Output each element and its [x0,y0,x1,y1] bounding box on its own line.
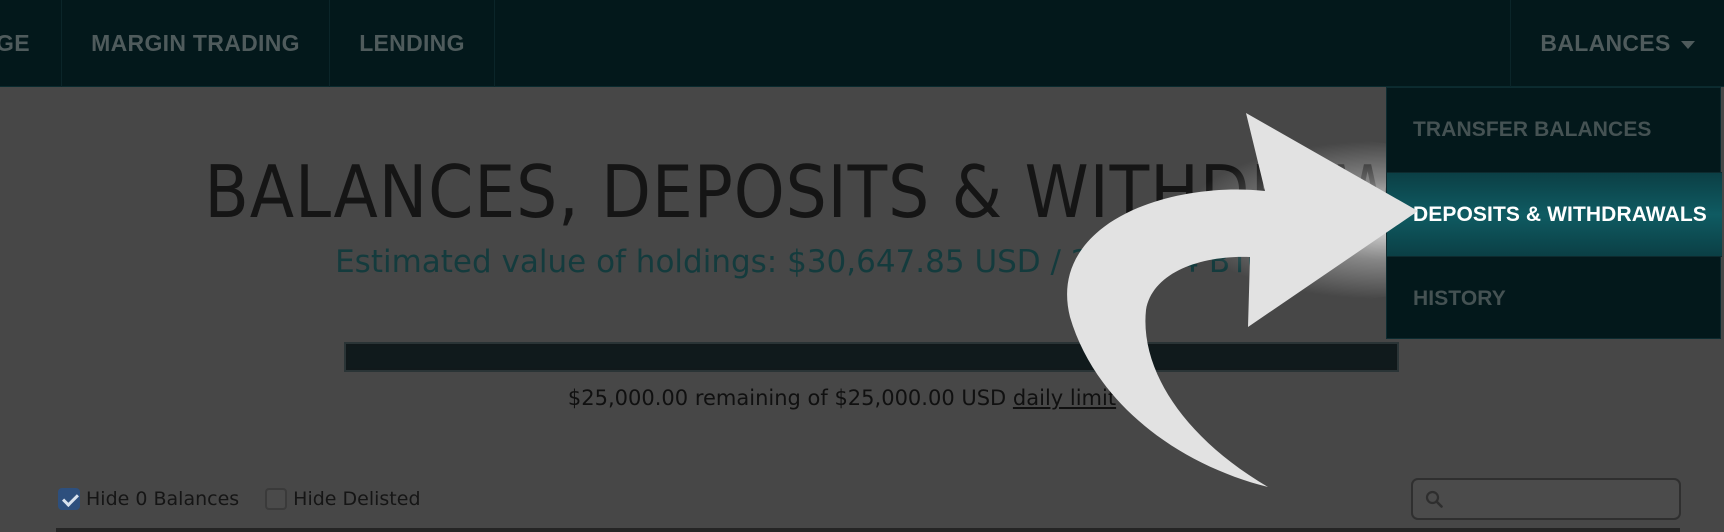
hide-delisted-filter[interactable]: Hide Delisted [265,488,421,510]
balance-filters: Hide 0 Balances Hide Delisted [58,488,447,510]
menu-item-transfer-balances[interactable]: TRANSFER BALANCES [1387,88,1722,172]
nav-balances-label: BALANCES [1540,30,1671,56]
curved-arrow-pointer [1067,113,1418,487]
menu-item-history-label: HISTORY [1413,286,1506,310]
hide-zero-balances-filter[interactable]: Hide 0 Balances [58,488,239,510]
daily-limit-text: $25,000.00 remaining of $25,000.00 USD d… [0,386,1704,410]
nav-margin-trading-label: MARGIN TRADING [91,30,300,56]
balances-dropdown-menu: TRANSFER BALANCES DEPOSITS & WITHDRAWALS… [1386,87,1722,340]
checkbox-checked-icon[interactable] [58,488,80,510]
search-input[interactable] [1411,478,1681,520]
menu-item-transfer-balances-label: TRANSFER BALANCES [1413,118,1652,141]
checkbox-empty-icon[interactable] [265,488,288,510]
hide-delisted-label: Hide Delisted [293,488,421,510]
menu-item-history[interactable]: HISTORY [1387,256,1722,340]
nav-lending-label: LENDING [359,30,465,56]
daily-limit-summary: $25,000.00 remaining of $25,000.00 USD [567,386,1013,410]
nav-margin-trading[interactable]: MARGIN TRADING [62,0,330,87]
menu-item-deposits-withdrawals[interactable]: DEPOSITS & WITHDRAWALS [1387,172,1722,256]
hide-zero-balances-label: Hide 0 Balances [86,488,240,510]
menu-item-deposits-withdrawals-label: DEPOSITS & WITHDRAWALS [1413,202,1707,226]
nav-exchange[interactable]: GE [0,0,62,87]
nav-exchange-label: GE [0,30,30,56]
search-icon [1425,490,1443,508]
nav-lending[interactable]: LENDING [330,0,495,87]
nav-balances-menu[interactable]: BALANCES [1510,0,1724,87]
balances-table-top-border [56,528,1680,532]
caret-down-icon [1680,41,1695,49]
top-navigation: GE MARGIN TRADING LENDING BALANCES [0,0,1724,87]
